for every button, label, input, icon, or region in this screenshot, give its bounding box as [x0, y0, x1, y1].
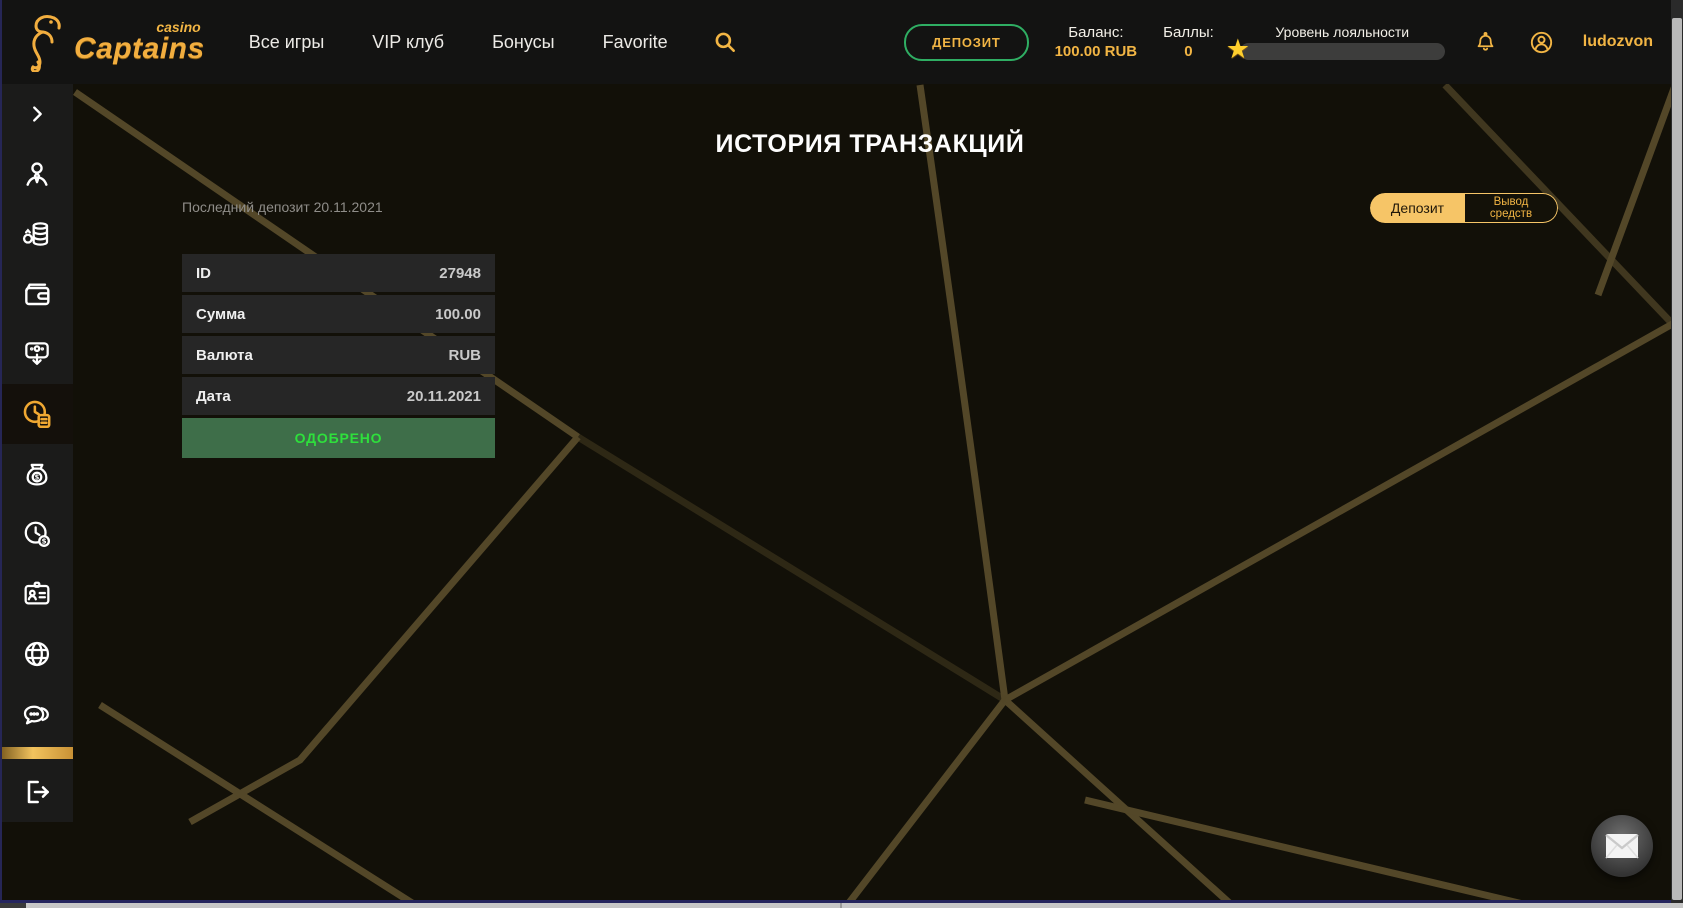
main-nav: Все игры VIP клуб Бонусы Favorite [249, 32, 668, 53]
nav-vip-club[interactable]: VIP клуб [372, 32, 444, 53]
loyalty-progress-bar [1239, 43, 1445, 60]
star-icon: ★ [1225, 34, 1250, 64]
horizontal-scrollbar[interactable] [0, 903, 1683, 908]
toggle-deposit-button[interactable]: Депозит [1370, 193, 1465, 223]
top-navigation-bar: casino Captains Все игры VIP клуб Бонусы… [0, 0, 1683, 84]
username[interactable]: ludozvon [1583, 33, 1653, 51]
table-row: Валюта RUB [182, 336, 495, 374]
sidebar: $ $ [0, 84, 73, 822]
id-card-icon [24, 581, 49, 605]
sidebar-item-logout[interactable] [0, 762, 73, 822]
horizontal-scrollbar-divider [840, 903, 842, 908]
transaction-type-toggle: Депозит Вывод средств [1370, 193, 1558, 223]
brand-wordmark: casino Captains [74, 20, 205, 64]
last-deposit-text: Последний депозит 20.11.2021 [182, 199, 383, 215]
search-icon [715, 32, 735, 52]
bell-icon [1477, 31, 1494, 51]
nav-all-games[interactable]: Все игры [249, 32, 325, 53]
table-row: ID 27948 [182, 254, 495, 292]
vertical-scrollbar-thumb[interactable] [1672, 18, 1682, 900]
nav-bonuses[interactable]: Бонусы [492, 32, 555, 53]
nav-favorite[interactable]: Favorite [603, 32, 668, 53]
sidebar-item-deposits[interactable] [0, 204, 73, 264]
topbar-account-area: ДЕПОЗИТ Баланс: 100.00 RUB Баллы: 0 Уров… [904, 23, 1653, 64]
svg-text:$: $ [41, 537, 46, 546]
clock-document-icon [23, 400, 50, 429]
sidebar-item-bets-history[interactable]: $ [0, 504, 73, 564]
live-chat-button[interactable] [1591, 815, 1653, 877]
sidebar-item-documents[interactable] [0, 564, 73, 624]
table-row: Сумма 100.00 [182, 295, 495, 333]
sidebar-gold-divider [0, 747, 73, 759]
points-label: Баллы: [1163, 24, 1214, 41]
money-bag-icon: $ [26, 463, 47, 486]
toggle-withdraw-button[interactable]: Вывод средств [1465, 193, 1558, 223]
user-circle-icon [1530, 31, 1552, 53]
loyalty-label: Уровень лояльности [1275, 24, 1410, 40]
terminal-download-icon [24, 342, 49, 365]
status-badge: ОДОБРЕНО [182, 418, 495, 458]
txn-date-label: Дата [196, 387, 231, 405]
logout-icon [27, 780, 49, 804]
sidebar-item-support-chat[interactable] [0, 684, 73, 744]
wallet-icon [24, 283, 50, 306]
sidebar-item-money-bag[interactable]: $ [0, 444, 73, 504]
notifications-button[interactable] [1471, 28, 1500, 57]
svg-text:$: $ [34, 473, 39, 481]
txn-amount-label: Сумма [196, 305, 246, 323]
clock-dollar-icon: $ [24, 521, 50, 547]
envelope-icon [1605, 834, 1639, 859]
txn-date-value: 20.11.2021 [406, 387, 481, 405]
loyalty-progress: ★ [1226, 34, 1445, 64]
sidebar-item-wallet[interactable] [0, 264, 73, 324]
deposit-button[interactable]: ДЕПОЗИТ [904, 23, 1029, 61]
globe-icon [24, 641, 49, 667]
profile-menu-button[interactable] [1526, 27, 1557, 58]
table-row: Дата 20.11.2021 [182, 377, 495, 415]
balance-label: Баланс: [1068, 24, 1124, 41]
sidebar-item-language[interactable] [0, 624, 73, 684]
balance-value: 100.00 RUB [1054, 43, 1138, 60]
brand-logo[interactable]: casino Captains [24, 12, 205, 72]
page-title: ИСТОРИЯ ТРАНЗАКЦИЙ [715, 130, 1025, 158]
window-left-edge [0, 0, 2, 903]
txn-id-label: ID [196, 264, 211, 282]
subheader-row: Последний депозит 20.11.2021 Депозит Выв… [182, 193, 1558, 223]
sidebar-item-transaction-history[interactable] [0, 384, 73, 444]
txn-currency-value: RUB [448, 346, 482, 364]
captains-casino-app: casino Captains Все игры VIP клуб Бонусы… [0, 0, 1683, 908]
chevron-right-icon [32, 106, 42, 122]
txn-id-value: 27948 [439, 264, 481, 282]
horizontal-scrollbar-notch [0, 903, 26, 908]
points-block: Баллы: 0 [1163, 25, 1214, 59]
balance-block: Баланс: 100.00 RUB [1055, 25, 1138, 59]
vertical-scrollbar[interactable] [1671, 0, 1683, 903]
chat-bubbles-icon [23, 705, 49, 725]
points-value: 0 [1184, 43, 1193, 60]
search-button[interactable] [708, 25, 742, 59]
txn-amount-value: 100.00 [435, 305, 481, 323]
transaction-card: ID 27948 Сумма 100.00 Валюта RUB Дата 20… [182, 254, 495, 458]
loyalty-block: Уровень лояльности ★ [1226, 24, 1445, 64]
txn-currency-label: Валюта [196, 346, 253, 364]
seahorse-icon [30, 15, 61, 72]
coins-icon [22, 222, 48, 246]
person-icon [25, 162, 48, 186]
sidebar-expand-button[interactable] [0, 84, 73, 144]
sidebar-item-cashbox[interactable] [0, 324, 73, 384]
sidebar-item-profile[interactable] [0, 144, 73, 204]
main-content: ИСТОРИЯ ТРАНЗАКЦИЙ Последний депозит 20.… [73, 84, 1671, 458]
brand-name: Captains [74, 32, 205, 65]
